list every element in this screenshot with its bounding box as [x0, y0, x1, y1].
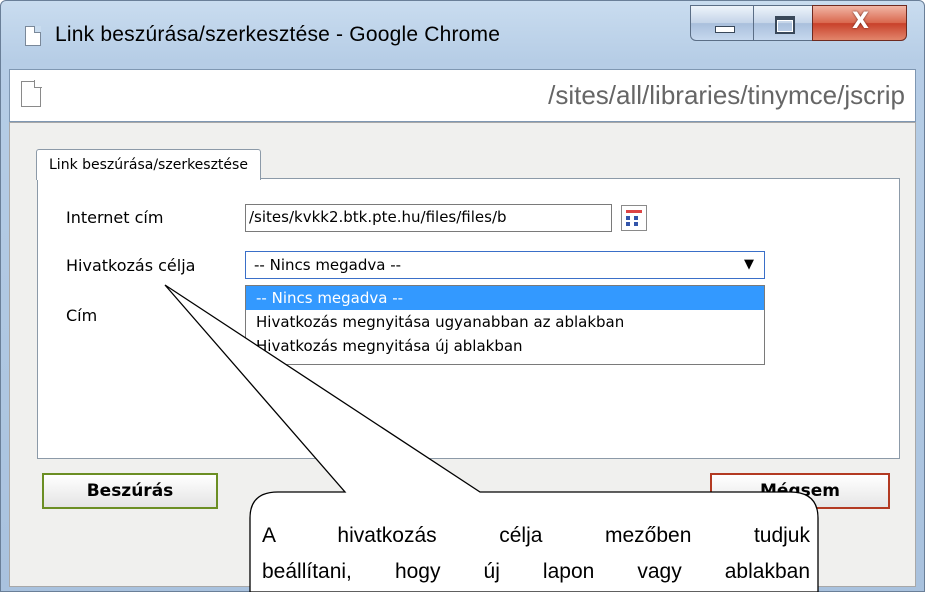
browse-icon[interactable]	[621, 205, 647, 231]
target-label: Hivatkozás célja	[66, 256, 196, 275]
callout-text: A hivatkozás célja mezőben tudjuk beállí…	[262, 518, 810, 590]
title-label: Cím	[66, 306, 98, 325]
callout-line: beállítani, hogy új lapon vagy ablakban	[262, 560, 810, 583]
browser-window: Link beszúrása/szerkesztése - Google Chr…	[0, 0, 925, 592]
minimize-button[interactable]	[690, 5, 754, 41]
maximize-icon	[775, 16, 795, 34]
target-selected-value: -- Nincs megadva --	[254, 256, 402, 274]
target-option[interactable]: -- Nincs megadva --	[246, 286, 764, 310]
insert-button[interactable]: Beszúrás	[42, 473, 218, 509]
close-icon: X	[852, 9, 869, 34]
minimize-icon	[715, 26, 735, 33]
window-title: Link beszúrása/szerkesztése - Google Chr…	[55, 23, 501, 46]
title-bar[interactable]: Link beszúrása/szerkesztése - Google Chr…	[1, 1, 924, 67]
target-select[interactable]: -- Nincs megadva -- ▼	[245, 251, 765, 279]
target-option[interactable]: Hivatkozás megnyitása új ablakban	[246, 334, 764, 358]
target-options-list: -- Nincs megadva -- Hivatkozás megnyitás…	[245, 285, 765, 365]
close-button[interactable]: X	[812, 5, 907, 41]
page-icon	[25, 26, 41, 46]
tab-link-insert[interactable]: Link beszúrása/szerkesztése	[36, 149, 261, 180]
page-icon	[21, 80, 42, 107]
address-url: /sites/all/libraries/tinymce/jscrip	[548, 80, 905, 110]
url-label: Internet cím	[66, 208, 164, 227]
callout-line: A hivatkozás célja mezőben tudjuk	[262, 524, 810, 547]
cancel-button[interactable]: Mégsem	[710, 473, 890, 509]
url-input[interactable]: /sites/kvkk2.btk.pte.hu/files/files/b	[245, 204, 612, 232]
target-option[interactable]: Hivatkozás megnyitása ugyanabban az abla…	[246, 310, 764, 334]
dropdown-arrow-icon: ▼	[744, 257, 754, 272]
maximize-button[interactable]	[753, 5, 813, 41]
address-bar[interactable]: /sites/all/libraries/tinymce/jscrip	[9, 69, 916, 122]
